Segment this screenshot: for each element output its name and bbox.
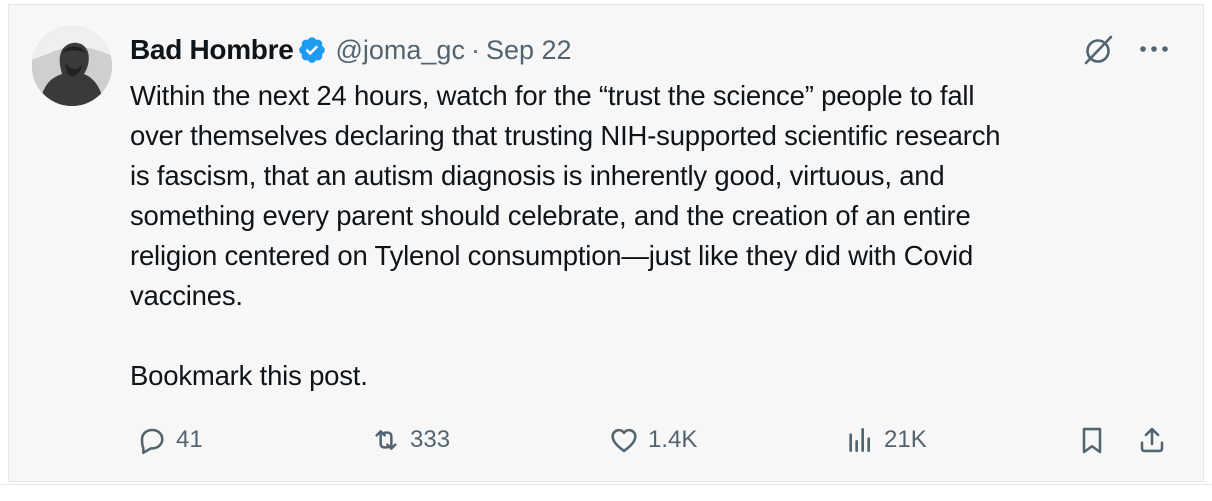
repost-count: 333 [410, 426, 451, 453]
next-post-divider [0, 484, 1212, 501]
verified-badge-icon[interactable] [297, 35, 327, 65]
share-button[interactable] [1136, 424, 1168, 456]
tweet-text: Within the next 24 hours, watch for the … [130, 80, 1001, 391]
like-button[interactable]: 1.4K [608, 418, 697, 462]
views-count: 21K [884, 426, 927, 453]
header-separator: · [470, 34, 480, 65]
avatar-photo [32, 26, 112, 106]
action-bar: 41 333 1.4K 21K [130, 418, 1180, 462]
repost-button[interactable]: 333 [370, 418, 450, 462]
reply-count: 41 [176, 426, 203, 453]
share-icon [1140, 427, 1164, 453]
views-icon [849, 428, 870, 452]
display-name[interactable]: Bad Hombre [130, 34, 294, 66]
more-icon[interactable] [1135, 34, 1173, 64]
reply-icon [140, 428, 164, 455]
user-handle[interactable]: @joma_gc [335, 35, 464, 66]
repost-icon [375, 430, 397, 450]
post-date[interactable]: Sep 22 [486, 35, 572, 66]
avatar[interactable] [32, 26, 112, 106]
grok-icon[interactable] [1080, 32, 1116, 68]
bookmark-icon [1082, 427, 1102, 454]
heart-icon [611, 428, 637, 453]
like-count: 1.4K [648, 426, 698, 453]
tweet-header: Bad Hombre @joma_gc · Sep 22 [130, 30, 572, 70]
bookmark-button[interactable] [1076, 424, 1108, 456]
views-button[interactable]: 21K [844, 418, 927, 462]
reply-button[interactable]: 41 [136, 418, 203, 462]
